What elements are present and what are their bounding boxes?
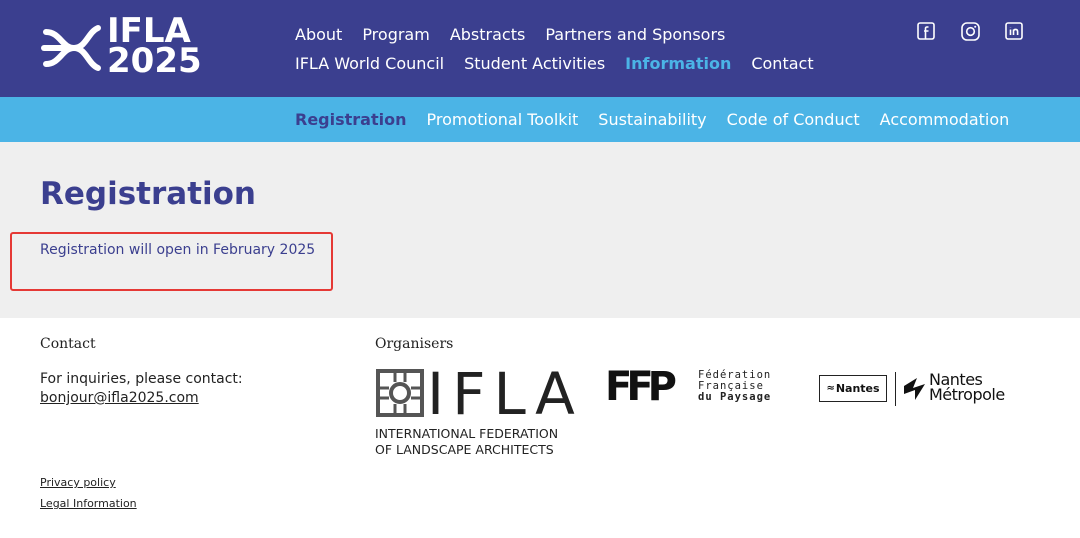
registration-notice: Registration will open in February 2025 [40, 242, 316, 258]
site-footer: Contact For inquiries, please contact: b… [0, 318, 1080, 538]
main-nav: About Program Abstracts Partners and Spo… [295, 20, 855, 78]
nav-ifla-world-council[interactable]: IFLA World Council [295, 54, 444, 73]
nav-partners-sponsors[interactable]: Partners and Sponsors [545, 25, 725, 44]
ifla-subtitle-line-1: INTERNATIONAL FEDERATION [375, 426, 559, 441]
nantes-metropole-icon [904, 378, 925, 400]
nantes-metro-line-2: Métropole [929, 385, 1005, 404]
nav-student-activities[interactable]: Student Activities [464, 54, 605, 73]
highlight-box [10, 232, 333, 291]
nantes-city-logo: ≈ Nantes [819, 375, 887, 402]
subnav-sustainability[interactable]: Sustainability [598, 110, 706, 129]
logo-line-2: 2025 [107, 41, 202, 81]
contact-text: For inquiries, please contact: [40, 371, 243, 387]
nav-program[interactable]: Program [362, 25, 430, 44]
instagram-icon[interactable] [960, 21, 980, 41]
nav-information[interactable]: Information [625, 54, 731, 73]
site-header: IFLA 2025 About Program Abstracts Partne… [0, 0, 1080, 97]
ffp-text: Fédération Française du Paysage [698, 370, 771, 403]
subnav-promotional-toolkit[interactable]: Promotional Toolkit [426, 110, 578, 129]
ffp-line-3: du Paysage [698, 391, 772, 403]
sub-nav: Registration Promotional Toolkit Sustain… [0, 97, 1080, 142]
logo-divider [895, 372, 896, 406]
contact-block: For inquiries, please contact: bonjour@i… [40, 370, 243, 408]
linkedin-icon[interactable] [1004, 21, 1024, 41]
organisers-heading: Organisers [375, 336, 454, 352]
ifla-subtitle: INTERNATIONAL FEDERATION OF LANDSCAPE AR… [375, 426, 558, 458]
nantes-organiser-logo[interactable]: ≈ Nantes Nantes Métropole [819, 370, 1019, 410]
ifla-wordmark: IFLA [427, 360, 583, 428]
contact-heading: Contact [40, 336, 96, 352]
nantes-city-label: Nantes [835, 382, 880, 395]
nav-abstracts[interactable]: Abstracts [450, 25, 526, 44]
contact-email-link[interactable]: bonjour@ifla2025.com [40, 390, 199, 406]
page-title: Registration [40, 176, 257, 212]
nantes-metropole-text: Nantes Métropole [929, 372, 1005, 404]
facebook-icon[interactable] [916, 21, 936, 41]
main-content: Registration Registration will open in F… [0, 142, 1080, 318]
ffp-mark: FFP [605, 364, 677, 410]
nav-contact[interactable]: Contact [751, 54, 813, 73]
legal-information-link[interactable]: Legal Information [40, 497, 137, 510]
subnav-accommodation[interactable]: Accommodation [880, 110, 1010, 129]
nantes-metropole-logo: Nantes Métropole [903, 372, 1023, 406]
nantes-wave-icon: ≈ [826, 383, 835, 394]
logo-mark-icon [41, 25, 101, 71]
ifla-subtitle-line-2: OF LANDSCAPE ARCHITECTS [375, 442, 554, 457]
social-links [916, 21, 1048, 41]
logo-wordmark: IFLA 2025 [107, 14, 202, 81]
ifla-organiser-logo[interactable]: IFLA INTERNATIONAL FEDERATION OF LANDSCA… [375, 360, 580, 460]
ifla-2025-logo[interactable]: IFLA 2025 [40, 14, 202, 84]
main-nav-row-1: About Program Abstracts Partners and Spo… [295, 20, 855, 49]
subnav-registration[interactable]: Registration [295, 110, 406, 129]
ffp-organiser-logo[interactable]: FFP Fédération Française du Paysage [605, 364, 785, 410]
privacy-policy-link[interactable]: Privacy policy [40, 476, 116, 489]
ifla-emblem-icon [376, 369, 424, 417]
main-nav-row-2: IFLA World Council Student Activities In… [295, 49, 855, 78]
sub-nav-items: Registration Promotional Toolkit Sustain… [295, 97, 1029, 142]
subnav-code-of-conduct[interactable]: Code of Conduct [727, 110, 860, 129]
nav-about[interactable]: About [295, 25, 342, 44]
